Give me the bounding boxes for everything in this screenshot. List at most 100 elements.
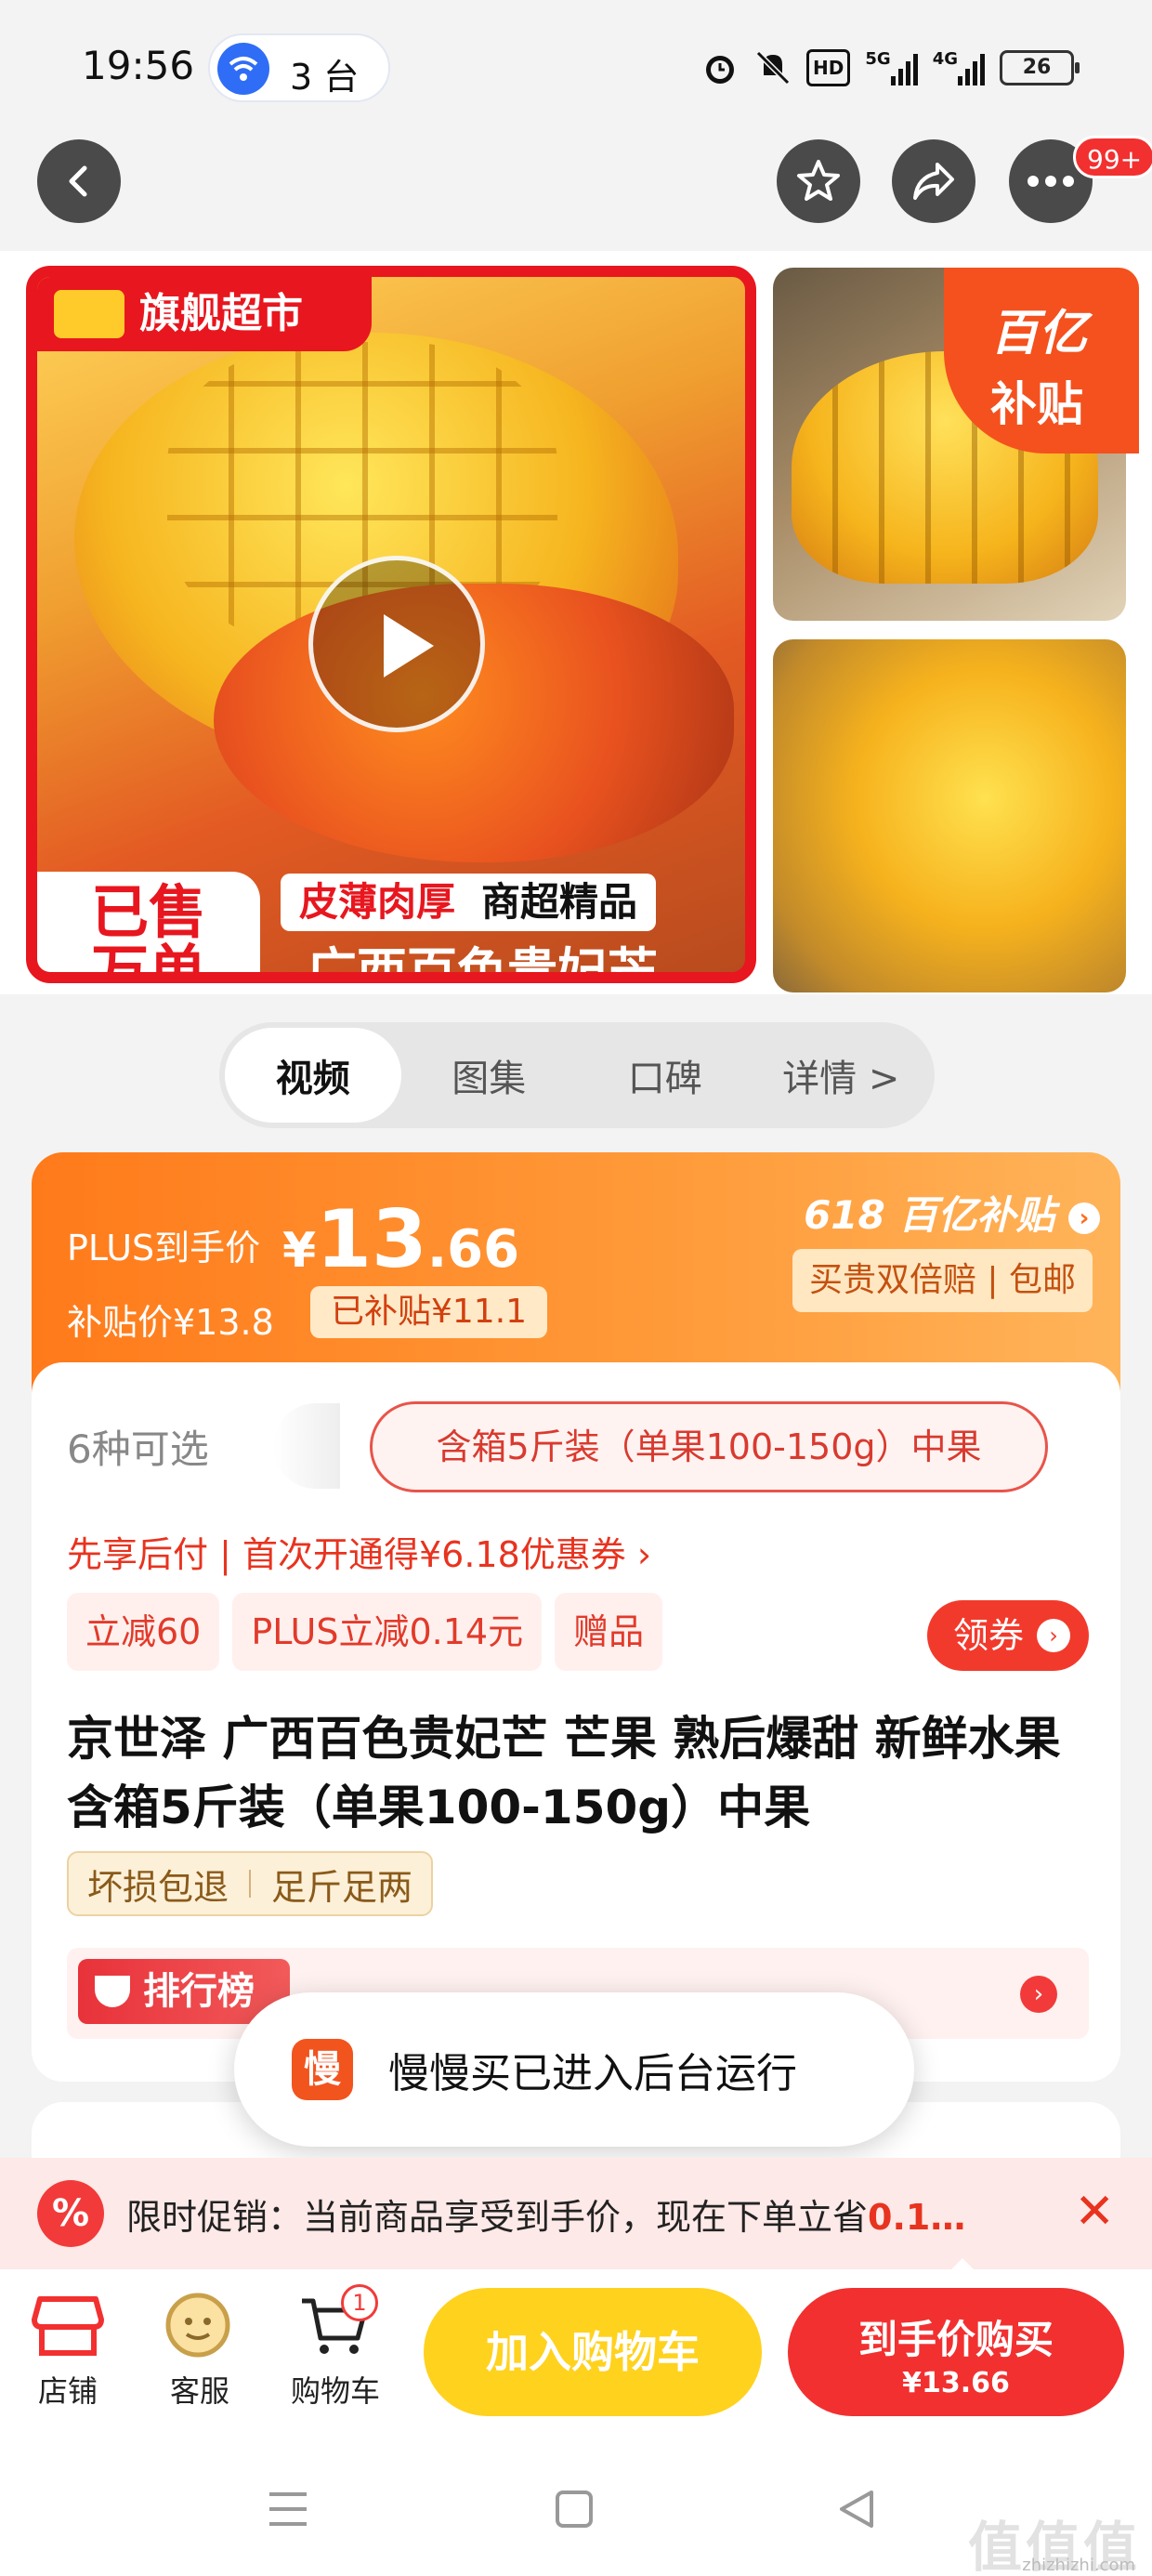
- network-5g-label: 5G: [865, 49, 891, 69]
- store-icon: [31, 2290, 105, 2360]
- product-caption: 广西百色贵妃芒: [307, 942, 658, 983]
- subsidy-line2: 补贴: [990, 377, 1083, 431]
- signal-4g-icon: 4G: [933, 49, 985, 86]
- hotspot-pill[interactable]: 3 台: [208, 33, 390, 102]
- service-tag-weight: 足斤足两: [271, 1866, 413, 1908]
- cart-count-badge: 1: [341, 2284, 378, 2321]
- share-button[interactable]: [892, 139, 975, 223]
- back-triangle-icon[interactable]: [836, 2487, 877, 2531]
- customer-service-label: 客服: [169, 2373, 229, 2409]
- share-icon: [913, 163, 954, 200]
- chevron-right-icon: ›: [1037, 1619, 1070, 1652]
- hd-icon: HD: [806, 49, 851, 86]
- tab-details[interactable]: 详情 >: [753, 1028, 930, 1123]
- ranking-label: 排行榜: [143, 1970, 255, 2013]
- product-info: 6种可选 含箱5斤装（单果100-150g）中果 先享后付 | 首次开通得¥6.…: [32, 1362, 1120, 2082]
- promo-chip-plus[interactable]: PLUS立减0.14元: [232, 1593, 543, 1671]
- buy-now-button[interactable]: 到手价购买 ¥13.66: [788, 2288, 1124, 2416]
- favorite-button[interactable]: [777, 139, 860, 223]
- flagship-flag: 旗舰超市: [37, 277, 372, 351]
- service-tags[interactable]: 坏损包退 足斤足两: [67, 1851, 434, 1916]
- content-tabs: 视频 图集 口碑 详情 >: [219, 1022, 935, 1128]
- tab-video[interactable]: 视频: [225, 1028, 401, 1123]
- cart-icon: 1: [298, 2284, 378, 2360]
- get-coupon-button[interactable]: 领券 ›: [926, 1600, 1089, 1671]
- toast-message: 慢慢买已进入后台运行: [388, 2050, 797, 2097]
- feature-tag-right: 商超精品: [481, 879, 638, 925]
- status-bar: 19:56 3 台 HD 5G 4G 26: [0, 0, 1152, 139]
- watermark-url: zhizhizhi.com: [1022, 2556, 1135, 2575]
- sold-line2: 万单: [90, 938, 206, 983]
- cart-label: 购物车: [290, 2373, 380, 2409]
- chevron-left-icon: [69, 165, 87, 197]
- star-icon: [797, 160, 840, 201]
- promo-message: 限时促销：当前商品享受到手价，现在下单立省: [126, 2196, 869, 2238]
- more-dots-icon: [1028, 176, 1074, 187]
- background-toast: 慢 慢慢买已进入后台运行: [234, 1992, 914, 2147]
- play-video-icon[interactable]: [308, 556, 485, 732]
- feature-tag-left: 皮薄肉厚: [299, 879, 456, 925]
- buy-label: 到手价购买: [857, 2317, 1054, 2362]
- hotspot-count: 3 台: [290, 57, 360, 98]
- customer-service-icon: [163, 2290, 237, 2360]
- battery-icon: 26: [1000, 50, 1080, 85]
- cart-button[interactable]: 1 购物车: [275, 2284, 396, 2411]
- sku-count[interactable]: 6种可选: [67, 1418, 209, 1475]
- pay-later-line[interactable]: 先享后付 | 首次开通得¥6.18优惠券 ›: [67, 1526, 651, 1577]
- promo-text: 限时促销：当前商品享受到手价，现在下单立省0.1…: [126, 2188, 1055, 2240]
- sku-thumbnail[interactable]: [273, 1403, 340, 1489]
- product-gallery[interactable]: 旗舰超市 已售 万单 皮薄肉厚 商超精品 广西百色贵妃芒 百亿 补贴 1 7: [0, 251, 1152, 1217]
- final-price: ¥13.66: [282, 1193, 519, 1286]
- chevron-right-icon: ›: [1020, 1976, 1057, 2013]
- price-integer: 13: [316, 1193, 427, 1286]
- store-label: 店铺: [37, 2373, 98, 2409]
- add-to-cart-button[interactable]: 加入购物车: [424, 2288, 762, 2416]
- store-button[interactable]: 店铺: [7, 2290, 128, 2411]
- buy-price: ¥13.66: [902, 2367, 1010, 2399]
- product-title: 京世泽 广西百色贵妃芒 芒果 熟后爆甜 新鲜水果 含箱5斤装（单果100-150…: [67, 1712, 1061, 1834]
- main-product-image[interactable]: 旗舰超市 已售 万单 皮薄肉厚 商超精品 广西百色贵妃芒: [26, 266, 756, 983]
- network-4g-label: 4G: [932, 49, 958, 69]
- customer-service-button[interactable]: 客服: [139, 2290, 260, 2411]
- coupon-label: 领券: [952, 1615, 1024, 1656]
- menu-icon[interactable]: [266, 2489, 310, 2530]
- subsidy-price: 补贴价¥13.8: [67, 1302, 274, 1343]
- chevron-right-icon: ›: [1068, 1202, 1100, 1234]
- promo-chip-gift[interactable]: 赠品: [555, 1593, 663, 1671]
- subsidy-amount-tag: 已补贴¥11.1: [310, 1286, 548, 1338]
- promo-savings: 0.1…: [868, 2196, 966, 2238]
- service-tag-return: 坏损包退: [87, 1866, 229, 1908]
- status-icons: HD 5G 4G 26: [700, 45, 1080, 91]
- plus-price-label: PLUS到手价: [67, 1228, 261, 1268]
- thumbnail-2[interactable]: [773, 639, 1126, 992]
- alarm-icon: [700, 49, 740, 86]
- back-button[interactable]: [37, 139, 121, 223]
- guarantee-tag: 买贵双倍赔 | 包邮: [792, 1249, 1093, 1312]
- bottom-action-bar: 店铺 客服 1 购物车 加入购物车 到手价购买 ¥13.66: [0, 2269, 1152, 2437]
- status-time: 19:56: [82, 43, 195, 88]
- promo-618-link[interactable]: 618 百亿补贴 ›: [804, 1184, 1100, 1241]
- mute-icon: [754, 49, 792, 86]
- home-square-icon[interactable]: [554, 2489, 595, 2530]
- signal-5g-icon: 5G: [865, 49, 918, 86]
- divider: [249, 1870, 252, 1898]
- close-icon[interactable]: ✕: [1074, 2184, 1115, 2240]
- limited-promo-bar[interactable]: % 限时促销：当前商品享受到手价，现在下单立省0.1… ✕: [0, 2158, 1152, 2269]
- subsidy-line1: 百亿: [990, 306, 1088, 361]
- percent-icon: %: [37, 2180, 104, 2247]
- promo-618-label: 618 百亿补贴: [804, 1192, 1055, 1238]
- notification-badge: 99+: [1073, 136, 1152, 178]
- sold-badge: 已售 万单: [37, 872, 260, 983]
- promo-chip-discount[interactable]: 立减60: [67, 1593, 220, 1671]
- flagship-label: 旗舰超市: [139, 290, 303, 337]
- app-logo-icon: 慢: [292, 2039, 353, 2100]
- feature-tag: 皮薄肉厚 商超精品: [281, 874, 657, 931]
- price-card: PLUS到手价 ¥13.66 补贴价¥13.8 已补贴¥11.1 618 百亿补…: [32, 1152, 1120, 2082]
- promo-chips: 立减60 PLUS立减0.14元 赠品: [67, 1593, 663, 1671]
- price-decimal: .66: [426, 1219, 520, 1280]
- price-currency: ¥: [282, 1223, 317, 1279]
- tab-reviews[interactable]: 口碑: [577, 1028, 753, 1123]
- supermarket-cart-icon: [54, 290, 124, 338]
- tab-gallery[interactable]: 图集: [401, 1028, 578, 1123]
- sku-selected-chip[interactable]: 含箱5斤装（单果100-150g）中果: [370, 1401, 1048, 1492]
